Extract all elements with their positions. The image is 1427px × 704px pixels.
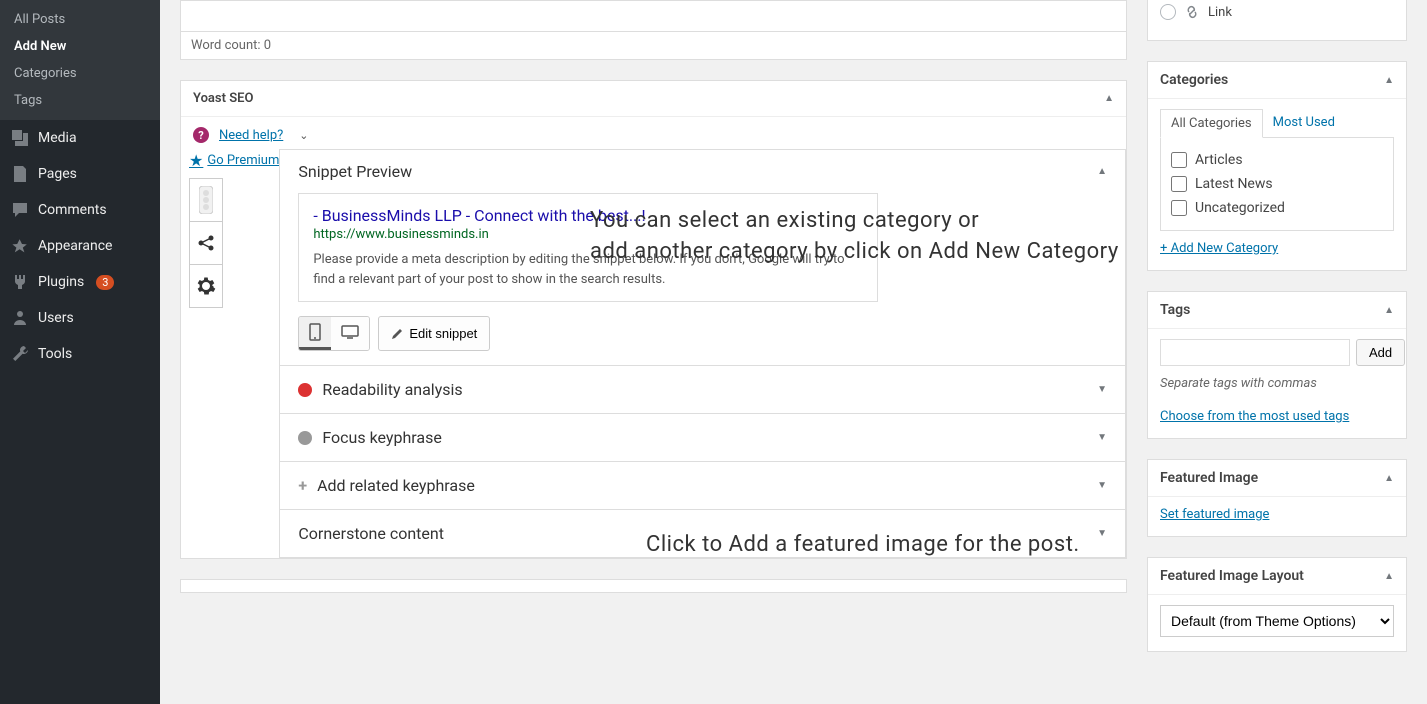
tags-panel: Tags▲ Add Separate tags with commas Choo… xyxy=(1147,291,1407,439)
help-icon: ? xyxy=(193,127,209,143)
next-panel xyxy=(180,579,1127,593)
add-related-keyphrase-section[interactable]: +Add related keyphrase ▼ xyxy=(280,462,1125,509)
mobile-view-button[interactable] xyxy=(299,317,331,350)
expand-icon: ▼ xyxy=(1097,384,1107,395)
status-dot-red xyxy=(298,383,312,397)
link-icon xyxy=(1184,4,1200,20)
featured-image-panel: Featured Image▲ Set featured image xyxy=(1147,459,1407,537)
category-checkbox-uncategorized[interactable]: Uncategorized xyxy=(1171,196,1383,220)
posts-submenu: All Posts Add New Categories Tags xyxy=(0,0,160,120)
yoast-tab-traffic-light[interactable] xyxy=(189,178,223,222)
comments-icon xyxy=(10,200,30,220)
category-checkbox-articles[interactable]: Articles xyxy=(1171,148,1383,172)
categories-panel-head[interactable]: Categories▲ xyxy=(1148,62,1406,99)
admin-sidebar: All Posts Add New Categories Tags Media … xyxy=(0,0,160,704)
featured-layout-panel-head[interactable]: Featured Image Layout▲ xyxy=(1148,558,1406,595)
expand-icon: ▼ xyxy=(1097,480,1107,491)
categories-panel: Categories▲ All Categories Most Used Art… xyxy=(1147,61,1407,271)
layout-select[interactable]: Default (from Theme Options) xyxy=(1160,605,1394,637)
media-icon xyxy=(10,128,30,148)
readability-section[interactable]: Readability analysis ▼ xyxy=(280,366,1125,413)
yoast-panel: Yoast SEO ▲ ? Need help? ⌄ ★Go Premium xyxy=(180,80,1127,559)
tags-hint: Separate tags with commas xyxy=(1160,376,1394,391)
format-link-row[interactable]: Link xyxy=(1160,4,1394,26)
pages-icon xyxy=(10,164,30,184)
set-featured-image-link[interactable]: Set featured image xyxy=(1160,507,1269,522)
tab-all-categories[interactable]: All Categories xyxy=(1160,109,1263,138)
tools-icon xyxy=(10,344,30,364)
radio-icon[interactable] xyxy=(1160,4,1176,20)
edit-snippet-button[interactable]: Edit snippet xyxy=(378,316,490,351)
expand-icon: ▼ xyxy=(1097,432,1107,443)
star-icon: ★ xyxy=(189,151,203,170)
menu-tools[interactable]: Tools xyxy=(0,336,160,372)
chevron-down-icon: ⌄ xyxy=(299,129,308,142)
snippet-preview: - BusinessMinds LLP - Connect with the b… xyxy=(298,193,878,302)
submenu-tags[interactable]: Tags xyxy=(0,87,160,114)
word-count: Word count: 0 xyxy=(180,32,1127,60)
featured-image-panel-head[interactable]: Featured Image▲ xyxy=(1148,460,1406,497)
plugins-badge: 3 xyxy=(96,275,114,290)
need-help-link[interactable]: Need help? xyxy=(219,128,283,143)
collapse-icon: ▲ xyxy=(1104,93,1114,104)
submenu-categories[interactable]: Categories xyxy=(0,60,160,87)
snippet-title: - BusinessMinds LLP - Connect with the b… xyxy=(313,206,863,225)
menu-plugins[interactable]: Plugins3 xyxy=(0,264,160,300)
editor-area[interactable] xyxy=(180,0,1127,32)
status-dot-gray xyxy=(298,431,312,445)
add-new-category-link[interactable]: + Add New Category xyxy=(1160,241,1278,256)
snippet-description: Please provide a meta description by edi… xyxy=(313,250,863,289)
appearance-icon xyxy=(10,236,30,256)
yoast-tab-social[interactable] xyxy=(189,221,223,265)
plugins-icon xyxy=(10,272,30,292)
yoast-tab-settings[interactable] xyxy=(189,264,223,308)
expand-icon: ▼ xyxy=(1097,528,1107,539)
desktop-view-button[interactable] xyxy=(331,317,369,350)
snippet-url: https://www.businessminds.in xyxy=(313,227,863,242)
snippet-preview-head[interactable]: Snippet Preview ▲ xyxy=(280,150,1125,181)
cornerstone-section[interactable]: Cornerstone content ▼ xyxy=(280,510,1125,557)
add-tag-button[interactable]: Add xyxy=(1356,339,1405,366)
collapse-icon: ▲ xyxy=(1384,571,1394,582)
plus-icon: + xyxy=(298,476,307,495)
go-premium-link[interactable]: ★Go Premium xyxy=(181,149,279,178)
collapse-icon: ▲ xyxy=(1384,305,1394,316)
tab-most-used[interactable]: Most Used xyxy=(1263,109,1345,137)
yoast-panel-head[interactable]: Yoast SEO ▲ xyxy=(181,81,1126,117)
tags-input[interactable] xyxy=(1160,339,1350,366)
submenu-add-new[interactable]: Add New xyxy=(0,33,160,60)
focus-keyphrase-section[interactable]: Focus keyphrase ▼ xyxy=(280,414,1125,461)
menu-appearance[interactable]: Appearance xyxy=(0,228,160,264)
submenu-all-posts[interactable]: All Posts xyxy=(0,6,160,33)
users-icon xyxy=(10,308,30,328)
category-checkbox-latest-news[interactable]: Latest News xyxy=(1171,172,1383,196)
category-list: Articles Latest News Uncategorized xyxy=(1160,138,1394,231)
menu-comments[interactable]: Comments xyxy=(0,192,160,228)
collapse-icon: ▲ xyxy=(1384,75,1394,86)
format-panel: Link xyxy=(1147,0,1407,41)
collapse-icon: ▲ xyxy=(1384,473,1394,484)
menu-pages[interactable]: Pages xyxy=(0,156,160,192)
tags-panel-head[interactable]: Tags▲ xyxy=(1148,292,1406,329)
collapse-icon: ▲ xyxy=(1097,166,1107,177)
menu-media[interactable]: Media xyxy=(0,120,160,156)
featured-layout-panel: Featured Image Layout▲ Default (from The… xyxy=(1147,557,1407,652)
most-used-tags-link[interactable]: Choose from the most used tags xyxy=(1160,409,1349,424)
menu-users[interactable]: Users xyxy=(0,300,160,336)
